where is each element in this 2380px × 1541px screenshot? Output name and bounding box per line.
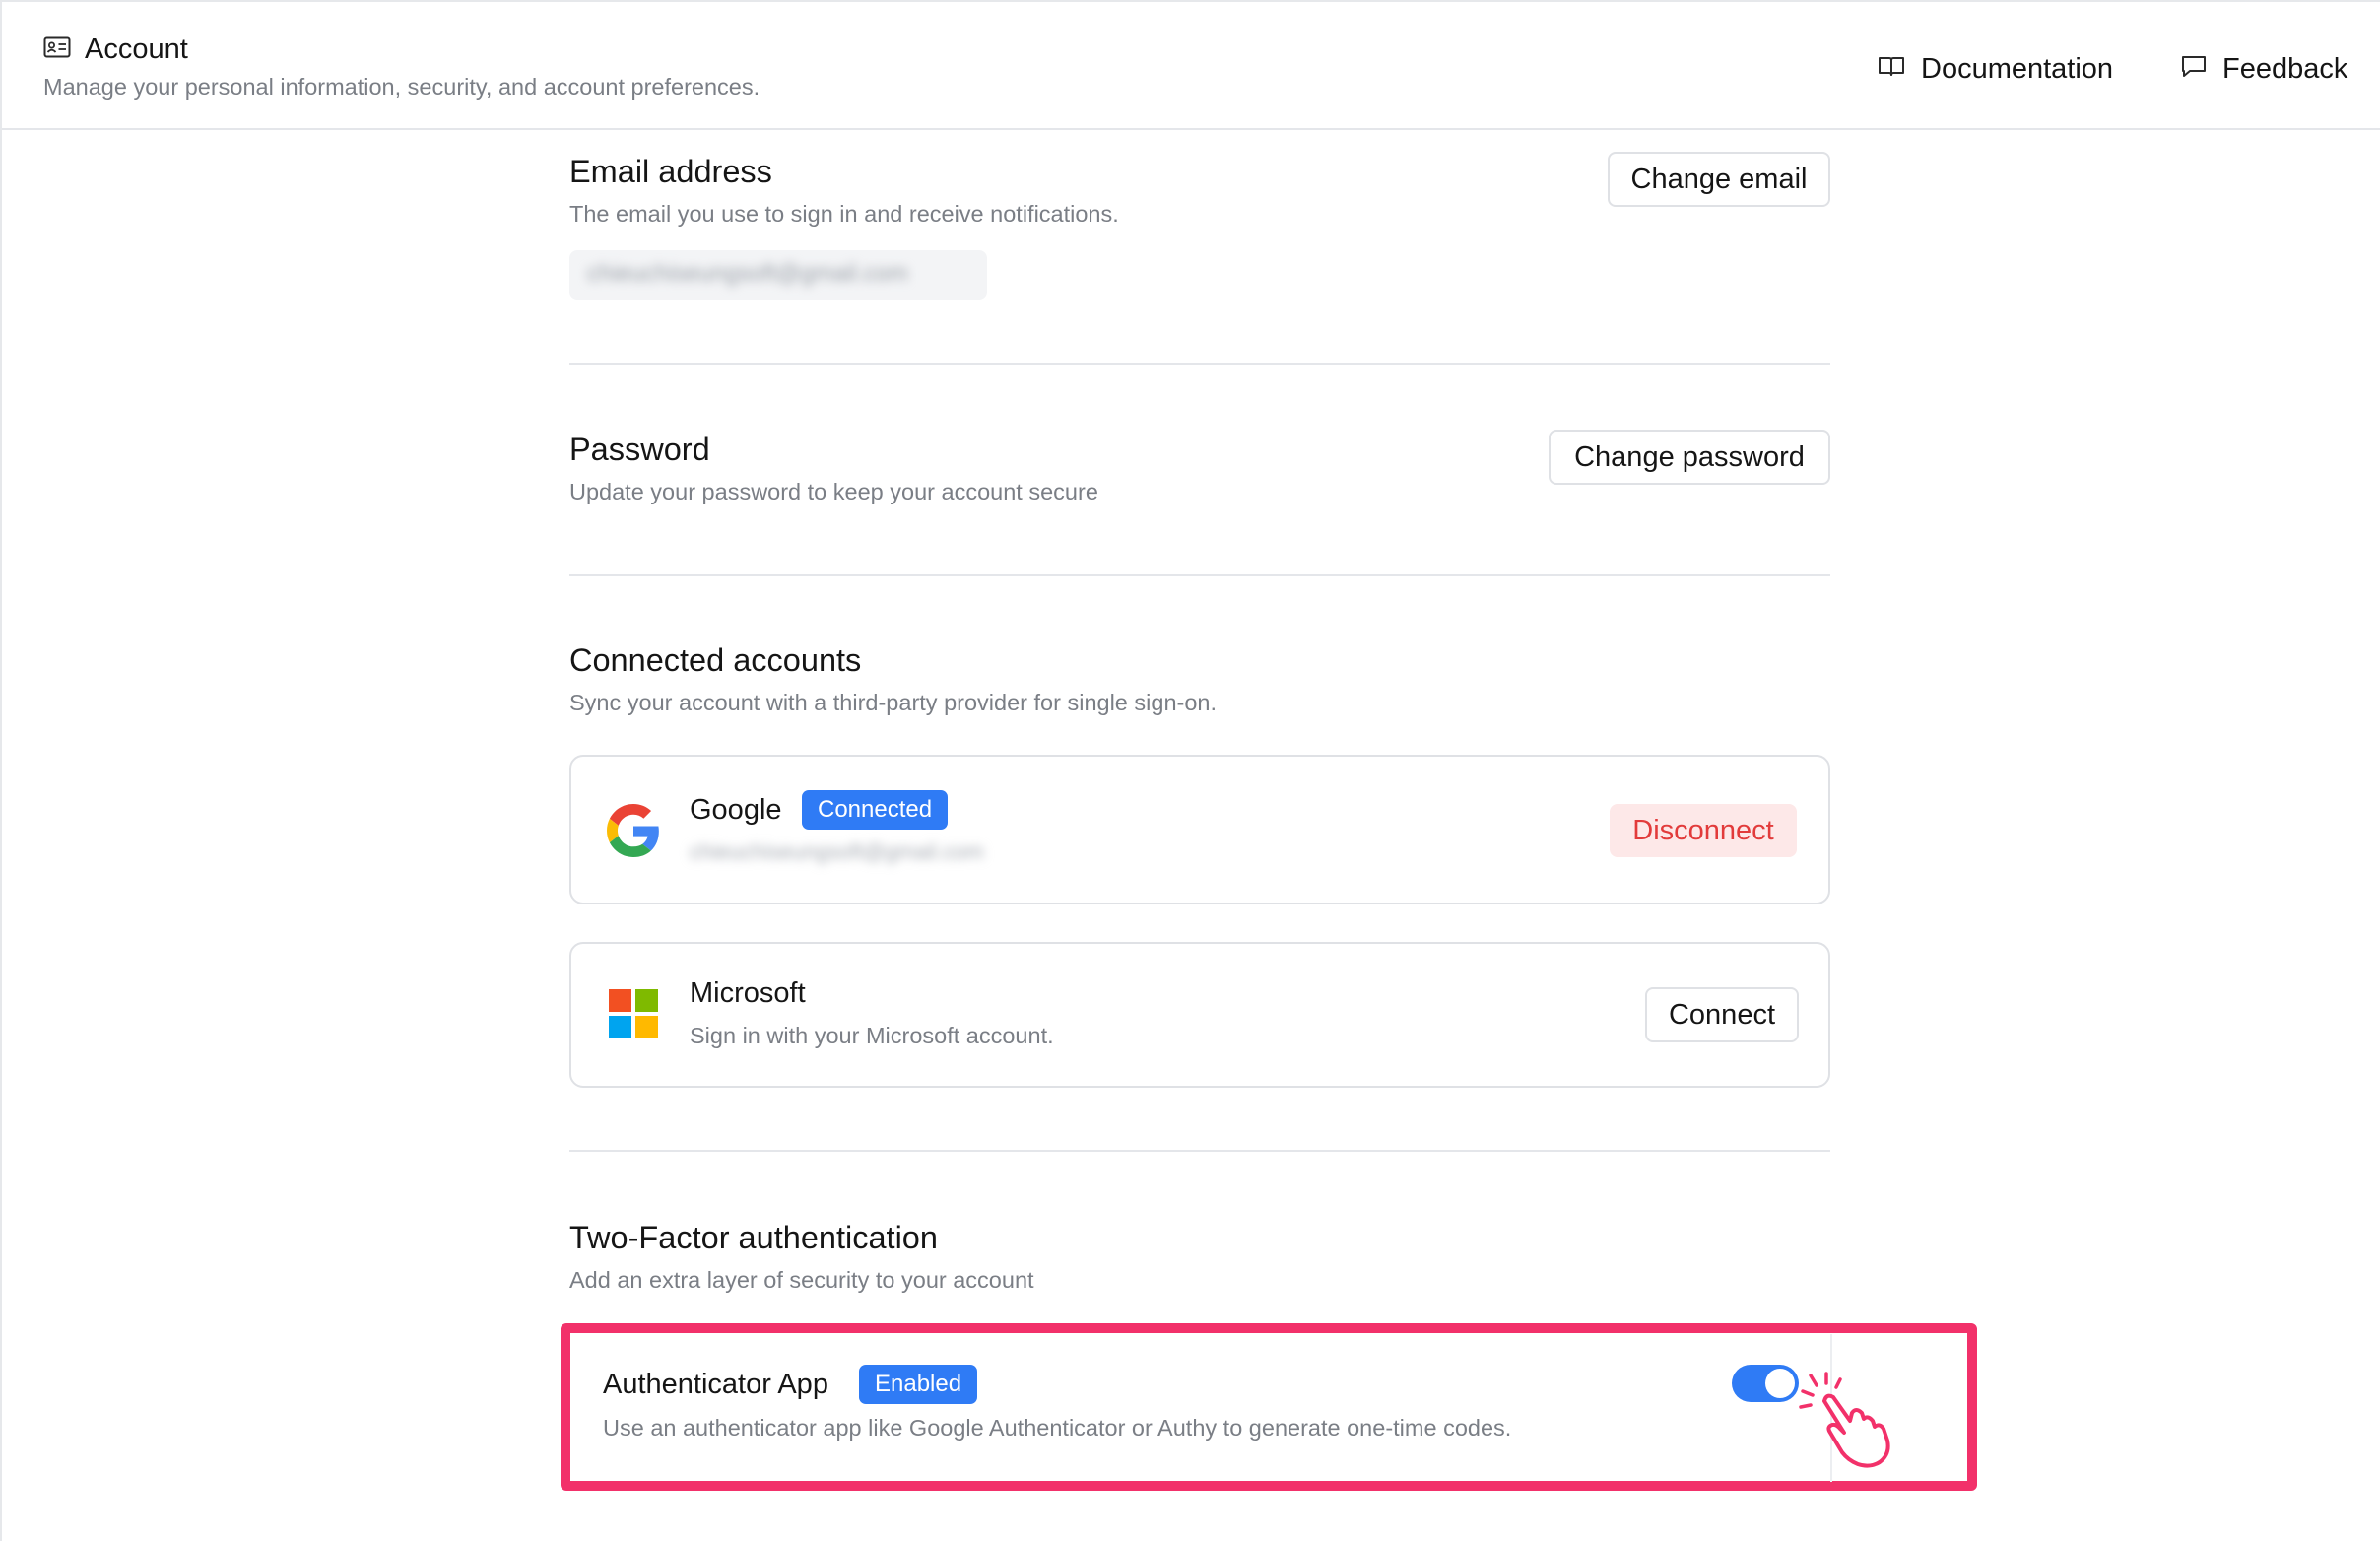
disconnect-google-button[interactable]: Disconnect: [1610, 804, 1797, 857]
microsoft-icon: [609, 989, 658, 1043]
documentation-link[interactable]: Documentation: [1878, 53, 2113, 86]
google-provider-name: Google: [690, 794, 782, 826]
hand-pointer-icon: [1797, 1372, 1899, 1475]
divider: [569, 363, 1830, 365]
page-title: Account: [85, 34, 188, 65]
message-square-icon: [2181, 53, 2207, 86]
microsoft-provider-card: Microsoft Sign in with your Microsoft ac…: [569, 942, 1830, 1088]
microsoft-provider-description: Sign in with your Microsoft account.: [690, 1023, 1054, 1048]
google-icon: [607, 804, 660, 862]
toggle-knob: [1765, 1369, 1795, 1398]
google-account-email: chieuchiseungsoft@gmail.com: [690, 839, 984, 864]
authenticator-toggle[interactable]: [1732, 1365, 1799, 1402]
microsoft-provider-name: Microsoft: [690, 977, 806, 1009]
connected-accounts-description: Sync your account with a third-party pro…: [569, 690, 1218, 715]
change-email-button[interactable]: Change email: [1608, 152, 1830, 207]
google-provider-card: Google Connected chieuchiseungsoft@gmail…: [569, 755, 1830, 904]
password-section-title: Password: [569, 432, 710, 467]
email-section-title: Email address: [569, 154, 772, 189]
authenticator-highlight-box: [561, 1323, 1977, 1491]
header-title-row: Account: [43, 34, 188, 66]
connected-accounts-title: Connected accounts: [569, 642, 862, 678]
book-open-icon: [1878, 53, 1905, 86]
password-section-description: Update your password to keep your accoun…: [569, 479, 1098, 504]
account-settings-page: Account Manage your personal information…: [0, 0, 2380, 1541]
divider: [569, 1150, 1830, 1152]
page-header: Account Manage your personal information…: [2, 2, 2380, 130]
feedback-link[interactable]: Feedback: [2181, 53, 2347, 86]
connected-badge: Connected: [802, 790, 949, 830]
two-factor-description: Add an extra layer of security to your a…: [569, 1267, 1034, 1293]
connect-microsoft-button[interactable]: Connect: [1645, 987, 1799, 1042]
feedback-label: Feedback: [2222, 53, 2348, 85]
authenticator-app-name: Authenticator App: [603, 1369, 828, 1400]
two-factor-title: Two-Factor authentication: [569, 1220, 938, 1255]
email-value: chieuchiseungsoft@gmail.com: [569, 250, 987, 300]
documentation-label: Documentation: [1921, 53, 2114, 85]
email-section-description: The email you use to sign in and receive…: [569, 201, 1119, 227]
id-card-icon: [43, 36, 71, 63]
enabled-badge: Enabled: [859, 1365, 978, 1404]
divider: [569, 574, 1830, 576]
change-password-button[interactable]: Change password: [1549, 430, 1830, 485]
page-subtitle: Manage your personal information, securi…: [43, 74, 760, 100]
authenticator-app-description: Use an authenticator app like Google Aut…: [603, 1415, 1512, 1440]
